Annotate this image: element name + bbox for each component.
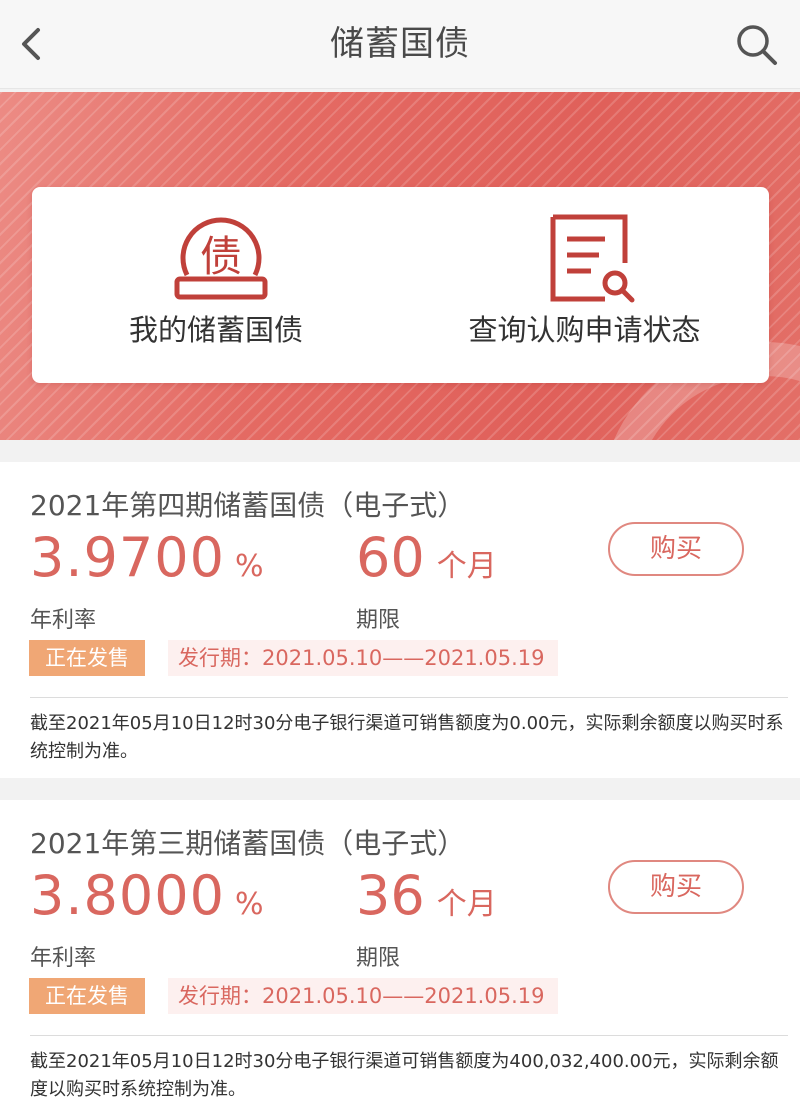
buy-button[interactable]: 购买 <box>608 522 744 576</box>
bond-card: 2021年第四期储蓄国债（电子式） 3.9700% 年利率 60 个月 期限 购买… <box>0 462 800 778</box>
hero-banner: 债 我的储蓄国债 查询认购申请状态 <box>0 92 800 440</box>
status-badge: 正在发售 <box>29 978 145 1014</box>
rate-label: 年利率 <box>30 608 97 633</box>
bond-coin-icon: 债 <box>174 217 268 300</box>
term-unit: 个月 <box>436 549 497 584</box>
svg-text:债: 债 <box>200 232 242 281</box>
rate-unit: % <box>234 887 264 922</box>
quota-notice: 截至2021年05月10日12时30分电子银行渠道可销售额度为400,032,4… <box>30 1051 779 1100</box>
page-title: 储蓄国债 <box>330 24 470 64</box>
my-bonds-label: 我的储蓄国债 <box>128 313 303 347</box>
quota-notice: 截至2021年05月10日12时30分电子银行渠道可销售额度为0.00元，实际剩… <box>30 713 784 762</box>
search-button[interactable] <box>734 22 780 68</box>
bond-title: 2021年第三期储蓄国债（电子式） <box>30 827 466 860</box>
my-bonds-button[interactable]: 债 我的储蓄国债 <box>32 187 400 383</box>
search-icon <box>737 25 777 65</box>
query-application-status-button[interactable]: 查询认购申请状态 <box>400 187 769 383</box>
bond-title: 2021年第四期储蓄国债（电子式） <box>30 489 466 522</box>
divider <box>30 1035 788 1036</box>
rate-value: 3.8000 <box>30 864 225 927</box>
query-status-label: 查询认购申请状态 <box>468 313 701 347</box>
status-badge: 正在发售 <box>29 640 145 676</box>
issue-period: 发行期：2021.05.10——2021.05.19 <box>168 978 558 1014</box>
bond-card: 2021年第三期储蓄国债（电子式） 3.8000% 年利率 36 个月 期限 购买… <box>0 800 800 1119</box>
term-label: 期限 <box>356 608 401 633</box>
term: 36 个月 <box>356 864 497 927</box>
quick-actions-card: 债 我的储蓄国债 查询认购申请状态 <box>32 187 769 383</box>
term-unit: 个月 <box>436 887 497 922</box>
issue-period: 发行期：2021.05.10——2021.05.19 <box>168 640 558 676</box>
rate-value: 3.9700 <box>30 526 225 589</box>
term-value: 60 <box>356 526 425 589</box>
term: 60 个月 <box>356 526 497 589</box>
top-nav-bar: 储蓄国债 <box>0 0 800 89</box>
term-label: 期限 <box>356 946 401 971</box>
buy-button[interactable]: 购买 <box>608 860 744 914</box>
document-search-icon <box>550 214 635 303</box>
rate-label: 年利率 <box>30 946 97 971</box>
annual-rate: 3.8000% <box>30 864 263 927</box>
rate-unit: % <box>234 549 264 584</box>
annual-rate: 3.9700% <box>30 526 263 589</box>
term-value: 36 <box>356 864 425 927</box>
divider <box>30 697 788 698</box>
